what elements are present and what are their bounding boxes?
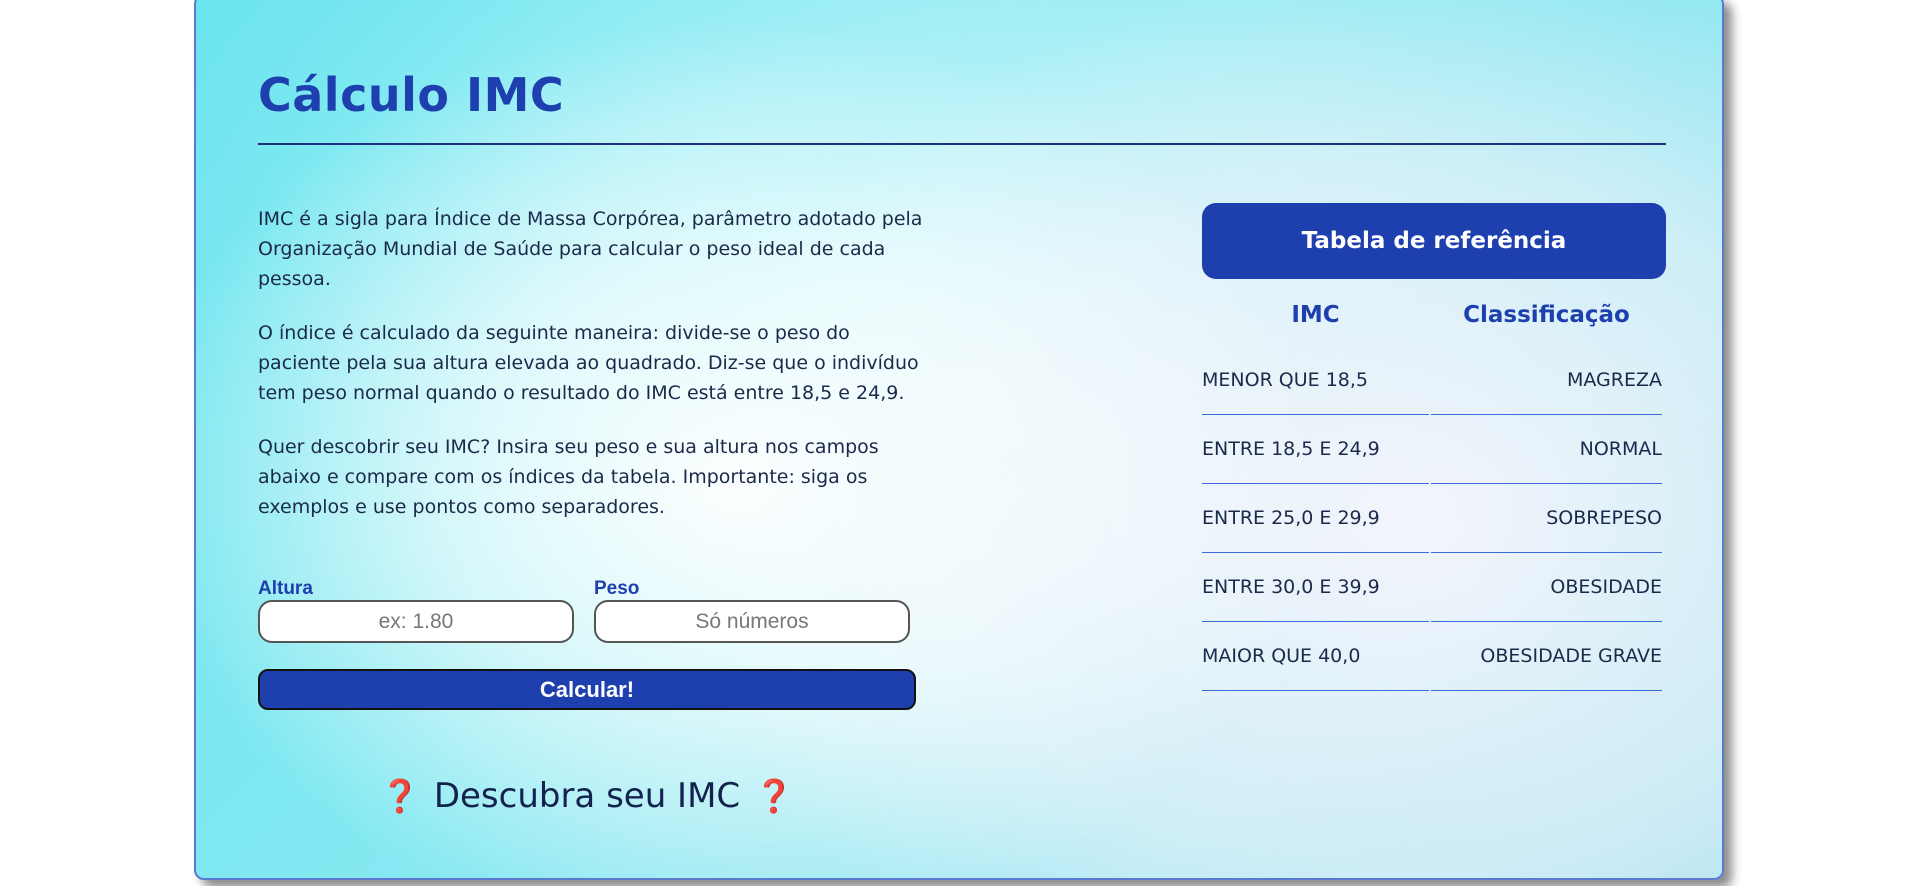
- classification-cell: MAGREZA: [1431, 346, 1662, 415]
- reference-table-title: Tabela de referência: [1202, 203, 1666, 279]
- weight-input[interactable]: [594, 600, 910, 643]
- table-header-row: IMC Classificação: [1202, 302, 1662, 346]
- classification-cell: NORMAL: [1431, 415, 1662, 484]
- column-header-classificacao: Classificação: [1463, 302, 1630, 328]
- table-row: ENTRE 25,0 E 29,9 SOBREPESO: [1202, 484, 1662, 553]
- table-row: ENTRE 18,5 E 24,9 NORMAL: [1202, 415, 1662, 484]
- intro-paragraph: O índice é calculado da seguinte maneira…: [258, 322, 919, 404]
- weight-label: Peso: [594, 578, 640, 599]
- question-mark-icon: ❓: [754, 777, 795, 815]
- imc-range-cell: MAIOR QUE 40,0: [1202, 622, 1429, 691]
- intro-paragraph: Quer descobrir seu IMC? Insira seu peso …: [258, 436, 879, 518]
- intro-paragraph: IMC é a sigla para Índice de Massa Corpó…: [258, 208, 923, 290]
- height-label: Altura: [258, 578, 313, 599]
- imc-range-cell: ENTRE 30,0 E 39,9: [1202, 553, 1429, 622]
- column-header-imc: IMC: [1291, 302, 1340, 328]
- calculate-button[interactable]: Calcular!: [258, 669, 916, 710]
- question-mark-icon: ❓: [379, 777, 420, 815]
- page-title: Cálculo IMC: [258, 68, 565, 122]
- title-divider: [258, 143, 1666, 145]
- result-text: Descubra seu IMC: [433, 776, 741, 816]
- table-row: MAIOR QUE 40,0 OBESIDADE GRAVE: [1202, 622, 1662, 691]
- classification-cell: OBESIDADE GRAVE: [1431, 622, 1662, 691]
- imc-range-cell: ENTRE 18,5 E 24,9: [1202, 415, 1429, 484]
- reference-table: IMC Classificação MENOR QUE 18,5 MAGREZA…: [1200, 302, 1664, 691]
- classification-cell: SOBREPESO: [1431, 484, 1662, 553]
- table-row: MENOR QUE 18,5 MAGREZA: [1202, 346, 1662, 415]
- classification-cell: OBESIDADE: [1431, 553, 1662, 622]
- table-row: ENTRE 30,0 E 39,9 OBESIDADE: [1202, 553, 1662, 622]
- result-message: ❓ Descubra seu IMC ❓: [258, 776, 916, 816]
- imc-card: Cálculo IMC IMC é a sigla para Índice de…: [194, 0, 1724, 880]
- height-input[interactable]: [258, 600, 574, 643]
- imc-range-cell: ENTRE 25,0 E 29,9: [1202, 484, 1429, 553]
- imc-range-cell: MENOR QUE 18,5: [1202, 346, 1429, 415]
- intro-text: IMC é a sigla para Índice de Massa Corpó…: [258, 204, 928, 546]
